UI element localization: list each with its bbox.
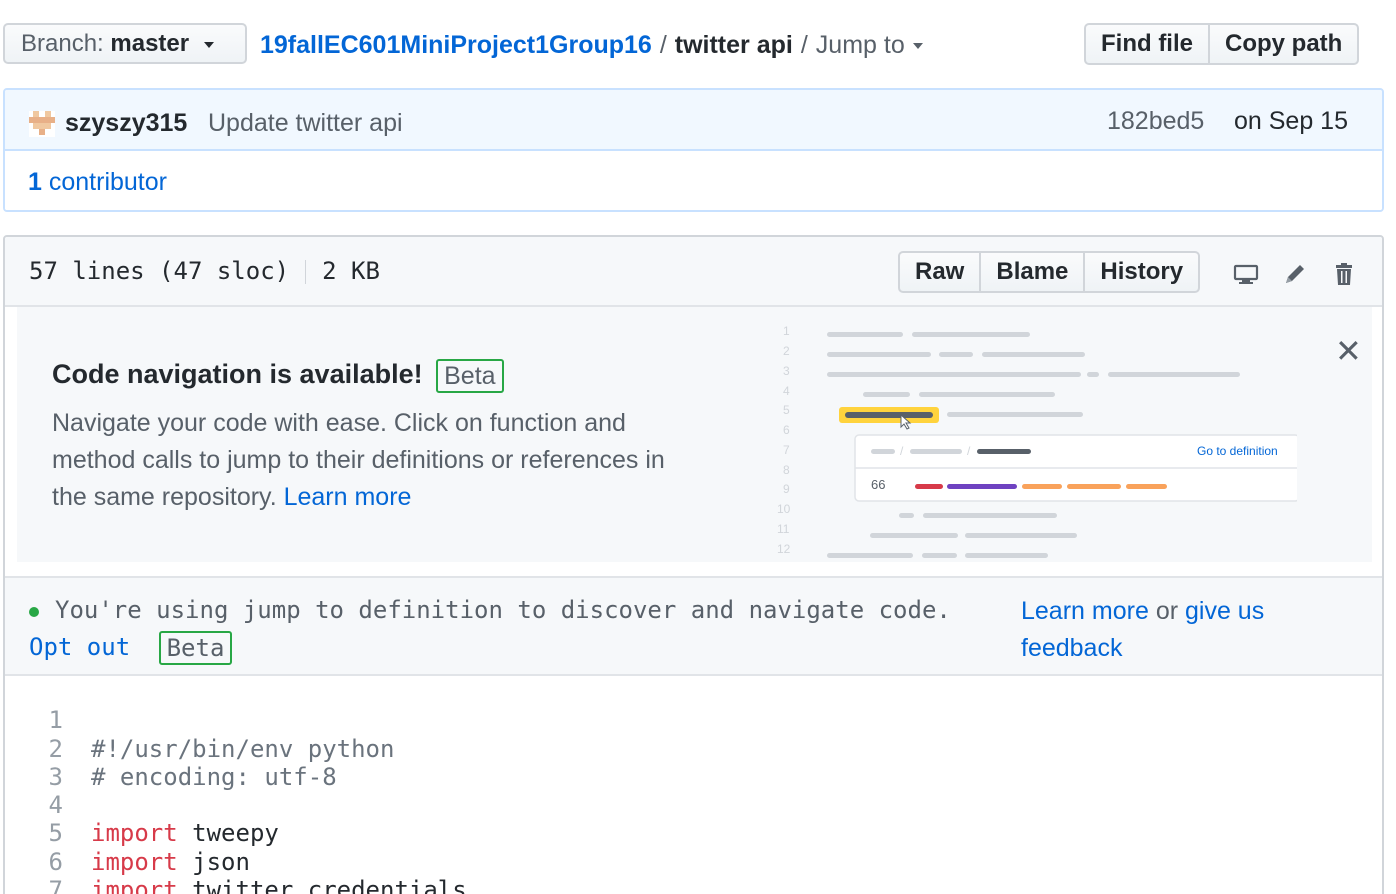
branch-select-button[interactable]: Branch: master — [3, 23, 247, 64]
illus-line-number: 5 — [783, 403, 790, 417]
contributors-link[interactable]: 1 contributor — [28, 165, 167, 199]
raw-button[interactable]: Raw — [898, 251, 982, 293]
code-nav-description: Navigate your code with ease. Click on f… — [52, 405, 692, 516]
breadcrumb-separator: / — [800, 31, 808, 59]
illus-line-number: 7 — [783, 443, 790, 457]
file-actions-button-group: Raw Blame History — [898, 251, 1201, 293]
blame-button[interactable]: Blame — [979, 251, 1086, 293]
contributors-label: contributor — [48, 168, 167, 196]
code-navigation-banner: Code navigation is available! Beta Navig… — [17, 307, 1372, 562]
breadcrumb-repo-link[interactable]: 19fallEC601MiniProject1Group16 — [260, 31, 652, 59]
author-avatar-icon[interactable] — [29, 111, 55, 137]
code-line: 5 import json — [5, 791, 1382, 875]
branch-value: master — [110, 30, 190, 57]
caret-down-icon — [912, 43, 923, 50]
desktop-icon[interactable] — [1233, 261, 1259, 287]
contributors-count: 1 — [28, 168, 42, 196]
illus-line-number: 1 — [783, 324, 790, 338]
code-line: 7 import wget — [5, 848, 1382, 894]
opt-out-row: Opt out Beta — [29, 629, 233, 666]
beta-badge: Beta — [436, 358, 504, 393]
illus-line-number: 8 — [783, 463, 790, 477]
jump-to-definition-notice: You're using jump to definition to disco… — [5, 576, 1382, 676]
opt-out-link[interactable]: Opt out — [29, 633, 130, 661]
illus-line-number: 2 — [783, 344, 790, 358]
jump-notice-text: You're using jump to definition to disco… — [55, 596, 951, 624]
jump-to-label: Jump to — [815, 31, 905, 59]
file-size: 2 KB — [322, 257, 380, 285]
code-view: 1 #!/usr/bin/env python 2 # encoding: ut… — [5, 678, 1382, 894]
feedback-text-link: feedback — [1021, 634, 1123, 662]
file-line-count: 57 lines (47 sloc) — [29, 257, 290, 285]
commit-message-link[interactable]: Update twitter api — [208, 106, 403, 140]
code-line: 2 # encoding: utf-8 — [5, 706, 1382, 791]
history-button[interactable]: History — [1083, 251, 1201, 293]
illus-line-number: 11 — [777, 522, 790, 536]
branch-label: Branch: — [21, 30, 104, 57]
file-info: 57 lines (47 sloc) 2 KB — [29, 254, 380, 288]
file-info-divider — [305, 260, 307, 284]
caret-down-icon — [203, 41, 214, 48]
contributors-row: 1 contributor — [5, 151, 1382, 210]
code-line: 6 import twitter_credentials — [5, 819, 1382, 894]
file-box: 57 lines (47 sloc) 2 KB Raw Blame History… — [3, 235, 1384, 894]
commit-author-link[interactable]: szyszy315 — [65, 106, 187, 140]
code-navigation-illustration: 1 2 3 4 5 6 7 8 9 10 11 12 / / Go to def… — [777, 324, 1297, 558]
jump-learn-more-link[interactable]: Learn more — [1021, 597, 1149, 625]
illus-line-number: 3 — [783, 364, 790, 378]
or-text: or — [1155, 597, 1179, 625]
find-file-button[interactable]: Find file — [1084, 23, 1210, 65]
file-navigation: Branch: master 19fallEC601MiniProject1Gr… — [0, 0, 1396, 84]
illus-line-number: 6 — [783, 423, 790, 437]
trash-icon[interactable] — [1331, 261, 1357, 287]
illus-ref-line-number: 66 — [871, 477, 885, 492]
commit-tease: szyszy315 Update twitter api 182bed5 on … — [3, 88, 1384, 212]
code-nav-title: Code navigation is available! Beta — [52, 355, 504, 393]
illus-line-number: 12 — [777, 542, 791, 556]
code-nav-title-text: Code navigation is available! — [52, 359, 423, 389]
code-line: 8 — [5, 876, 1382, 894]
code-line: 1 #!/usr/bin/env python — [5, 678, 1382, 762]
illus-line-number: 10 — [777, 502, 791, 516]
commit-date: on Sep 15 — [1234, 107, 1348, 135]
illus-line-number: 9 — [783, 482, 790, 496]
jump-to-menu[interactable]: Jump to — [816, 31, 923, 59]
illus-line-number: 4 — [783, 384, 790, 398]
illus-go-to-definition: Go to definition — [1197, 444, 1278, 458]
code-line: 4 import tweepy — [5, 763, 1382, 847]
give-us-text: give us — [1185, 597, 1265, 625]
breadcrumb-separator: / — [659, 31, 667, 59]
breadcrumb-file: twitter api — [674, 31, 793, 59]
file-header: 57 lines (47 sloc) 2 KB Raw Blame History — [5, 237, 1382, 307]
feedback-text: Learn more or give us feedback — [1021, 593, 1341, 667]
breadcrumb: 19fallEC601MiniProject1Group16/twitter a… — [260, 28, 923, 62]
code-line: 3 — [5, 735, 1382, 791]
file-path-button-group: Find file Copy path — [1084, 23, 1360, 65]
beta-badge: Beta — [158, 631, 233, 665]
copy-path-button[interactable]: Copy path — [1208, 23, 1360, 65]
pencil-icon[interactable] — [1282, 261, 1308, 287]
latest-commit-row: szyszy315 Update twitter api 182bed5 on … — [5, 90, 1382, 151]
status-dot-icon — [29, 607, 39, 617]
close-icon[interactable]: ✕ — [1335, 335, 1362, 367]
code-nav-learn-more-link[interactable]: Learn more — [284, 483, 412, 511]
commit-sha-link[interactable]: 182bed5 — [1107, 104, 1204, 138]
